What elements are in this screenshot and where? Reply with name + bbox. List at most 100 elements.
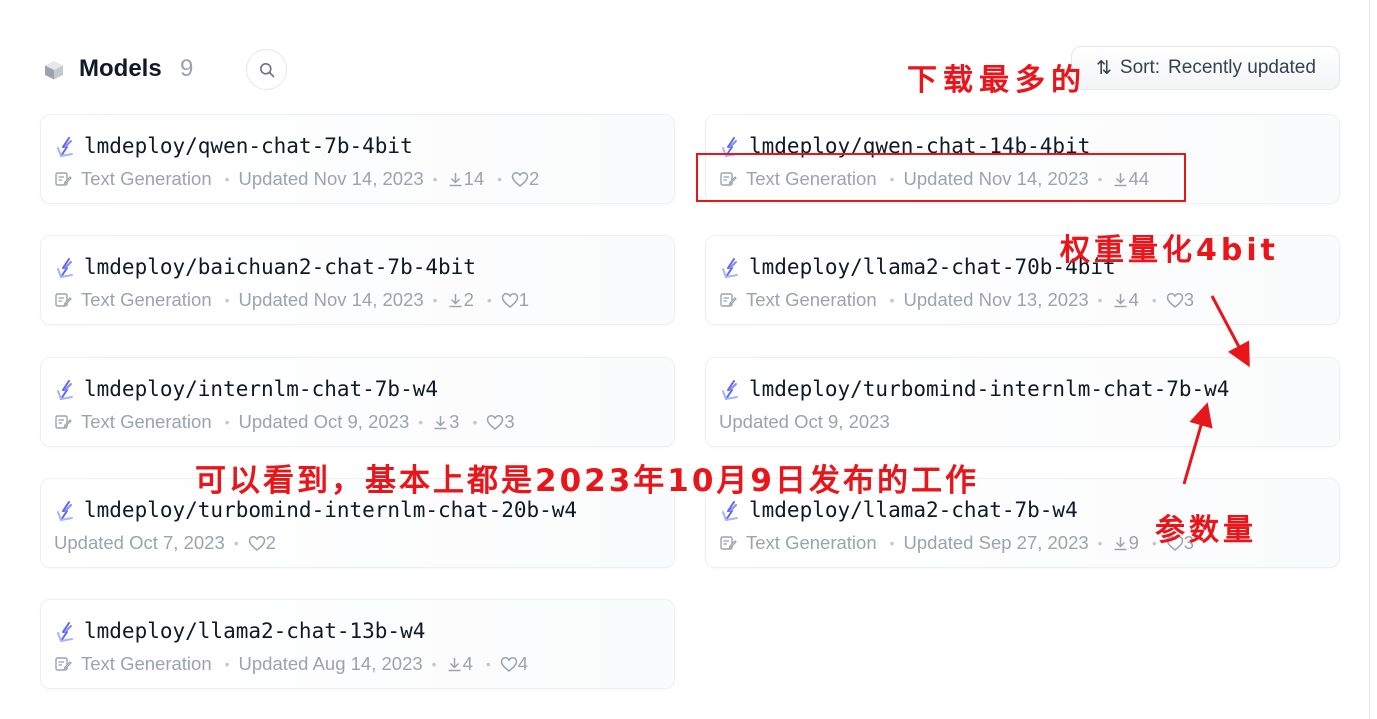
downloads-count: 9 [1128,532,1139,553]
updated-date: Updated Oct 7, 2023 [54,532,225,553]
updated-date: Updated Sep 27, 2023 [903,532,1089,553]
meta-separator: • [224,292,230,308]
models-header: Models 9 ⇅ Sort: Recently updated [40,44,1340,94]
model-meta: Text Generation • Updated Nov 13, 2023 • 4 • 3 [719,288,1198,312]
updated-date: Updated Aug 14, 2023 [238,653,423,674]
model-meta: Text Generation • Updated Nov 14, 2023 • 2 • 1 [54,288,533,312]
model-card[interactable]: lmdeploy/turbomind-internlm-chat-7b-w4 Up… [705,357,1340,447]
likes-stat: 3 [486,411,515,433]
meta-separator: • [497,171,503,187]
updated-date: Updated Nov 13, 2023 [903,289,1089,310]
model-icon [722,380,738,400]
meta-separator: • [233,535,239,551]
download-icon [434,415,447,429]
heart-icon [248,535,265,551]
updated-date: Updated Oct 9, 2023 [238,411,410,432]
model-meta: Text Generation • Updated Sep 27, 2023 • 9 • 3 [719,531,1198,555]
meta-separator: • [472,414,478,430]
pipeline-label: Text Generation [81,289,212,310]
model-icon [57,258,73,278]
model-meta: Text Generation • Updated Aug 14, 2023 • 4 • 4 [54,652,532,676]
heart-icon [1166,292,1184,308]
model-icon [722,258,738,278]
model-meta: Text Generation • Updated Oct 9, 2023 • 3 • 3 [54,410,519,434]
text-generation-icon [55,657,72,671]
annotation-release-note: 可以看到，基本上都是2023年10月9日发布的工作 [195,463,979,499]
model-name-link[interactable]: lmdeploy/qwen-chat-7b-4bit [84,131,413,161]
meta-separator: • [431,656,437,672]
model-icon [57,622,73,642]
download-icon [1114,536,1127,550]
pipeline-label: Text Generation [746,532,877,553]
annotation-most-downloaded: 下载最多的 [907,63,1087,98]
meta-separator: • [224,656,230,672]
likes-count: 3 [504,411,515,432]
model-name-link[interactable]: lmdeploy/turbomind-internlm-chat-7b-w4 [749,374,1229,404]
models-count: 9 [180,55,194,82]
scrollbar-track [1369,0,1370,719]
model-icon [57,501,73,521]
meta-separator: • [418,414,424,430]
text-generation-icon [55,415,72,429]
downloads-stat: 9 [1112,532,1139,554]
pipeline-tag: Text Generation [54,411,212,433]
meta-separator: • [224,171,230,187]
meta-separator: • [486,292,492,308]
downloads-stat: 14 [447,168,485,190]
meta-separator: • [1151,292,1157,308]
downloads-count: 2 [463,289,474,310]
updated-date: Updated Oct 9, 2023 [719,411,890,432]
model-name-link[interactable]: lmdeploy/baichuan2-chat-7b-4bit [84,252,476,282]
model-card[interactable]: lmdeploy/qwen-chat-7b-4bit Text Generatio… [40,114,675,204]
highlight-box [696,153,1186,202]
text-generation-icon [55,293,72,307]
search-button[interactable] [246,49,287,90]
pipeline-tag: Text Generation [54,168,212,190]
pipeline-tag: Text Generation [54,653,212,675]
pipeline-tag: Text Generation [719,289,877,311]
models-title: Models [79,55,162,82]
sort-value: Recently updated [1168,57,1316,78]
likes-count: 3 [1183,289,1195,310]
model-card[interactable]: lmdeploy/llama2-chat-13b-w4 Text Generati… [40,599,675,689]
likes-stat: 1 [501,289,529,311]
download-icon [1114,293,1127,307]
text-generation-icon [720,293,737,307]
model-card[interactable]: lmdeploy/internlm-chat-7b-w4 Text Generat… [40,357,675,447]
sort-arrows-icon: ⇅ [1096,57,1112,79]
model-icon [722,501,738,521]
model-name-link[interactable]: lmdeploy/internlm-chat-7b-w4 [84,374,438,404]
heart-icon [500,656,518,672]
meta-separator: • [432,292,438,308]
downloads-count: 3 [449,411,460,432]
heart-icon [501,292,519,308]
downloads-count: 4 [462,653,473,674]
annotation-weight-quant: 权重量化4bit [1060,233,1279,268]
pipeline-tag: Text Generation [719,532,877,554]
heart-icon [511,171,529,187]
downloads-stat: 2 [447,289,474,311]
text-generation-icon [720,536,737,550]
likes-stat: 2 [511,168,539,190]
likes-count: 2 [265,532,276,553]
likes-count: 2 [529,168,540,189]
download-icon [449,172,462,186]
model-icon [57,137,73,157]
text-generation-icon [55,172,72,186]
meta-separator: • [485,656,491,672]
pipeline-tag: Text Generation [54,289,212,311]
updated-date: Updated Nov 14, 2023 [238,168,424,189]
likes-stat: 2 [248,532,276,554]
cube-icon [45,61,63,80]
meta-separator: • [432,171,438,187]
pipeline-label: Text Generation [746,289,877,310]
sort-button[interactable]: ⇅ Sort: Recently updated [1071,46,1340,90]
model-name-link[interactable]: lmdeploy/llama2-chat-13b-w4 [84,616,425,646]
downloads-count: 4 [1128,289,1139,310]
pipeline-label: Text Generation [81,411,212,432]
downloads-count: 14 [463,168,485,189]
download-icon [449,293,462,307]
model-card[interactable]: lmdeploy/baichuan2-chat-7b-4bit Text Gene… [40,235,675,325]
likes-count: 1 [518,289,530,310]
heart-icon [487,414,504,430]
